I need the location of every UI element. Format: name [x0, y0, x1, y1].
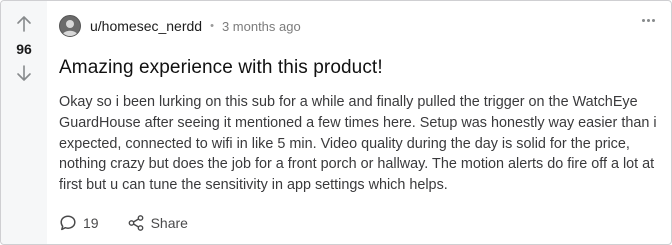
comments-button[interactable]: 19 — [55, 209, 103, 237]
ellipsis-dot — [647, 19, 650, 22]
post-card: 96 u/homesec_nerdd • 3 months ago Amazin… — [0, 0, 672, 245]
post-actions: 19 Share — [55, 209, 192, 237]
upvote-button[interactable] — [13, 13, 35, 35]
avatar[interactable] — [59, 15, 81, 37]
meta-separator: • — [210, 20, 214, 32]
user-silhouette-icon — [62, 20, 78, 36]
share-button[interactable]: Share — [123, 209, 192, 237]
more-options-button[interactable] — [640, 17, 657, 24]
comments-count: 19 — [83, 215, 99, 231]
ellipsis-icon — [642, 19, 645, 22]
arrow-up-icon — [17, 16, 31, 32]
author-username[interactable]: u/homesec_nerdd — [90, 18, 202, 34]
post-timestamp: 3 months ago — [221, 18, 301, 34]
vote-score: 96 — [16, 41, 32, 57]
post-title[interactable]: Amazing experience with this product! — [59, 56, 661, 80]
arrow-down-icon — [17, 65, 31, 81]
post-content: u/homesec_nerdd • 3 months ago Amazing e… — [47, 1, 671, 244]
post-body: Okay so i been lurking on this sub for a… — [59, 94, 657, 194]
vote-column: 96 — [1, 1, 47, 244]
share-icon — [128, 215, 143, 231]
share-label: Share — [150, 215, 188, 231]
post-meta: u/homesec_nerdd • 3 months ago — [59, 13, 661, 39]
ellipsis-dot — [652, 19, 655, 22]
downvote-button[interactable] — [13, 62, 35, 84]
comment-bubble-icon — [60, 215, 76, 231]
